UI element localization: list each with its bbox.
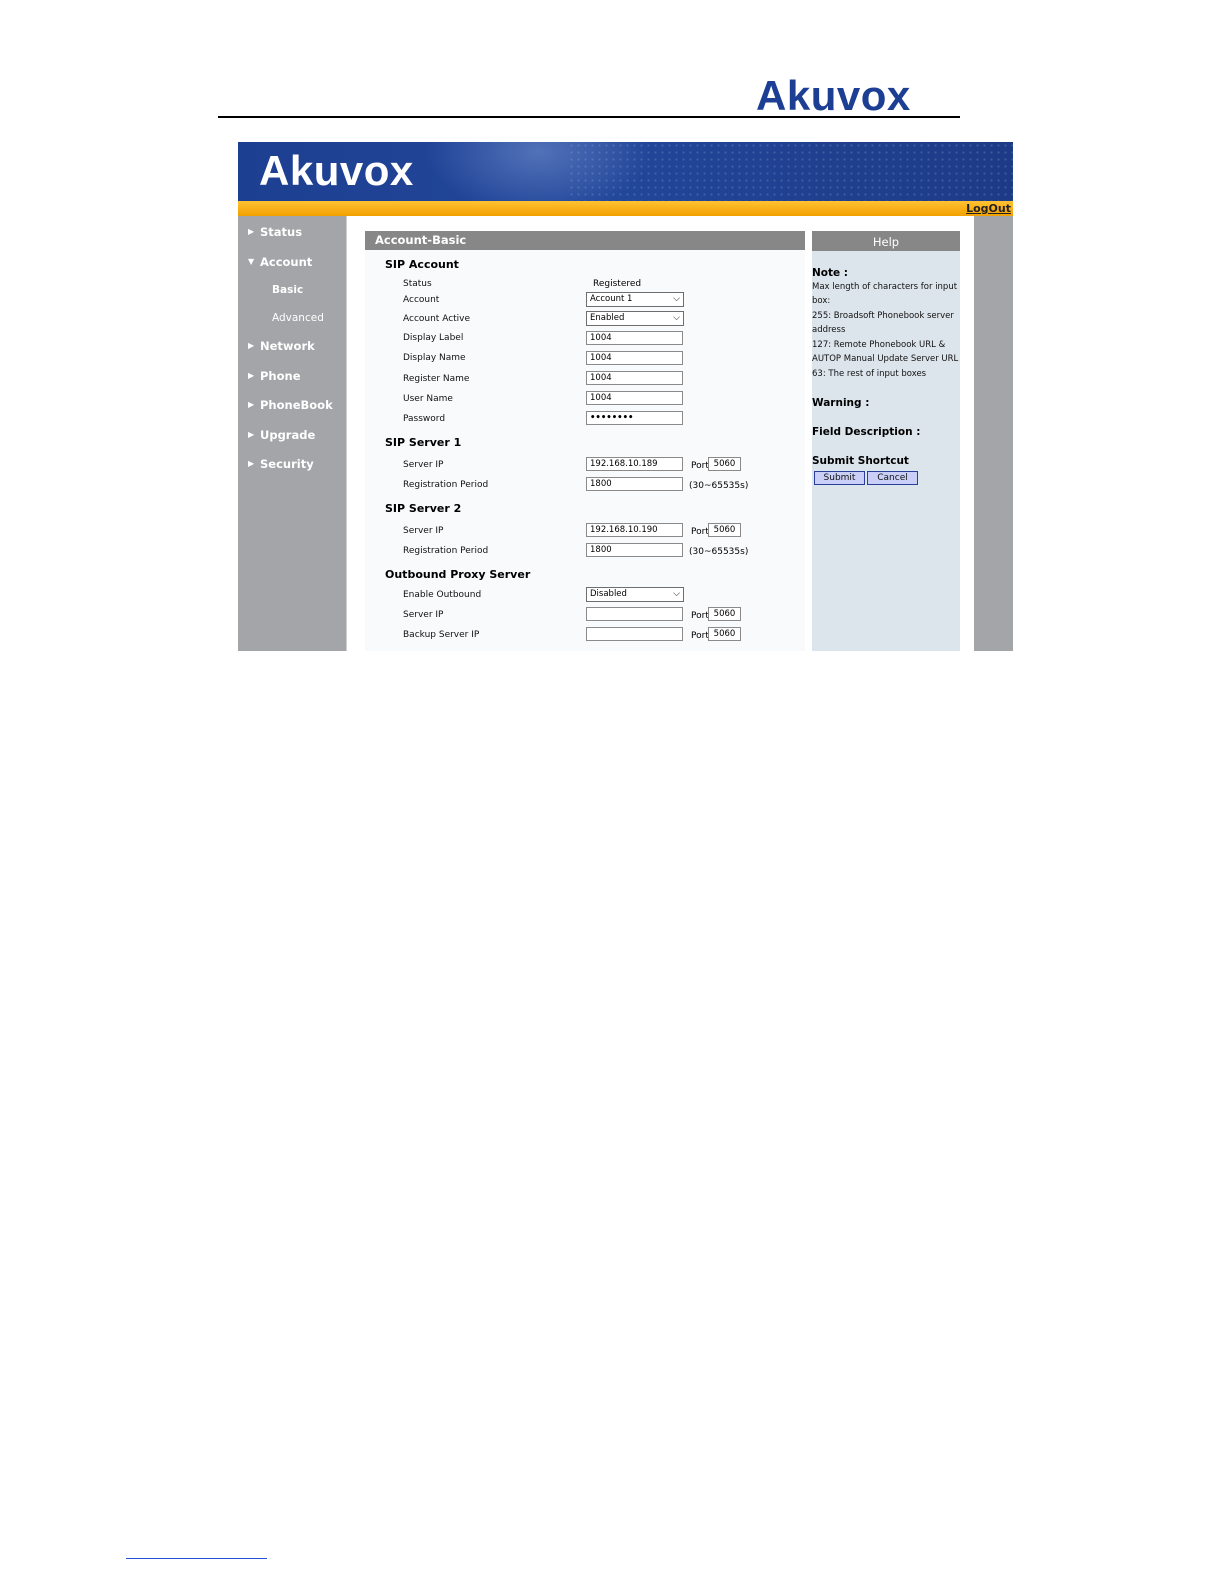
- sidebar-item-label: Network: [260, 339, 315, 353]
- status-value: Registered: [593, 279, 642, 289]
- sidebar-item-security[interactable]: ▶ Security: [248, 457, 314, 471]
- register-name-label: Register Name: [403, 374, 470, 384]
- chevron-down-icon: ⌵: [673, 294, 680, 304]
- arrow-down-icon: ▼: [248, 257, 255, 266]
- cancel-button[interactable]: Cancel: [867, 471, 918, 485]
- server1-ip-label: Server IP: [403, 460, 444, 470]
- outbound-server-ip-field[interactable]: [586, 607, 683, 621]
- sidebar-item-label: Status: [260, 225, 303, 239]
- top-accent-bar: [238, 201, 1013, 216]
- help-field-description-heading: Field Description :: [812, 426, 921, 438]
- sidebar-item-label: PhoneBook: [260, 398, 333, 412]
- section-sip-server-1: SIP Server 1: [385, 436, 462, 449]
- server1-port-field[interactable]: 5060: [708, 457, 741, 471]
- register-name-field[interactable]: 1004: [586, 371, 683, 385]
- display-label-label: Display Label: [403, 333, 464, 343]
- arrow-right-icon: ▶: [248, 430, 255, 439]
- help-note-heading: Note :: [812, 267, 848, 279]
- user-name-label: User Name: [403, 394, 453, 404]
- arrow-right-icon: ▶: [248, 227, 255, 236]
- enable-outbound-value: Disabled: [590, 589, 627, 599]
- banner-logo: Akuvox: [259, 147, 414, 194]
- server2-port-field[interactable]: 5060: [708, 523, 741, 537]
- server1-port-label: Port: [691, 461, 709, 471]
- password-field[interactable]: ••••••••: [586, 411, 683, 425]
- account-active-label: Account Active: [403, 314, 471, 324]
- arrow-right-icon: ▶: [248, 400, 255, 409]
- sidebar-item-label: Upgrade: [260, 428, 316, 442]
- footer-link-underline[interactable]: [126, 1558, 267, 1559]
- web-ui-screenshot: Akuvox LogOut ▶ Status ▼ Account Basic Adv…: [238, 142, 1013, 651]
- document-header-rule: [218, 116, 960, 118]
- outbound-port-field[interactable]: 5060: [708, 607, 741, 621]
- help-title: Help: [812, 231, 960, 251]
- sidebar-item-upgrade[interactable]: ▶ Upgrade: [248, 428, 315, 442]
- server1-ip-field[interactable]: 192.168.10.189: [586, 457, 683, 471]
- top-banner: Akuvox: [238, 142, 1013, 201]
- server1-reg-period-range: (30~65535s): [689, 481, 749, 491]
- arrow-right-icon: ▶: [248, 341, 255, 350]
- right-gutter: [974, 216, 1013, 651]
- page-title: Account-Basic: [365, 231, 805, 250]
- backup-server-ip-label: Backup Server IP: [403, 630, 480, 640]
- server1-reg-period-field[interactable]: 1800: [586, 477, 683, 491]
- password-label: Password: [403, 414, 446, 424]
- server2-reg-period-range: (30~65535s): [689, 547, 749, 557]
- display-name-label: Display Name: [403, 353, 466, 363]
- enable-outbound-select[interactable]: Disabled ⌵: [586, 587, 684, 602]
- outbound-server-ip-label: Server IP: [403, 610, 444, 620]
- help-note-line: AUTOP Manual Update Server URL: [812, 354, 959, 364]
- section-outbound-proxy: Outbound Proxy Server: [385, 568, 531, 581]
- section-sip-account: SIP Account: [385, 258, 459, 271]
- enable-outbound-label: Enable Outbound: [403, 590, 482, 600]
- backup-port-label: Port: [691, 631, 709, 641]
- help-submit-shortcut-heading: Submit Shortcut: [812, 455, 909, 467]
- section-sip-server-2: SIP Server 2: [385, 502, 462, 515]
- sidebar-subitem-advanced[interactable]: Advanced: [272, 311, 324, 325]
- help-note-line: 127: Remote Phonebook URL &: [812, 340, 946, 350]
- help-note-line: address: [812, 325, 846, 335]
- chevron-down-icon: ⌵: [673, 313, 680, 323]
- help-warning-heading: Warning :: [812, 397, 870, 409]
- backup-port-field[interactable]: 5060: [708, 627, 741, 641]
- server2-ip-label: Server IP: [403, 526, 444, 536]
- account-active-value: Enabled: [590, 313, 625, 323]
- server2-reg-period-label: Registration Period: [403, 546, 489, 556]
- sidebar-item-label: Phone: [260, 369, 301, 383]
- sidebar-item-phone[interactable]: ▶ Phone: [248, 369, 301, 383]
- sidebar-item-label: Security: [260, 457, 314, 471]
- server2-port-label: Port: [691, 527, 709, 537]
- banner-pattern: [568, 142, 1013, 201]
- account-label: Account: [403, 295, 440, 305]
- server2-reg-period-field[interactable]: 1800: [586, 543, 683, 557]
- server1-reg-period-label: Registration Period: [403, 480, 489, 490]
- sidebar-subitem-basic[interactable]: Basic: [272, 283, 303, 297]
- user-name-field[interactable]: 1004: [586, 391, 683, 405]
- outbound-port-label: Port: [691, 611, 709, 621]
- account-active-select[interactable]: Enabled ⌵: [586, 311, 684, 326]
- help-note-line: 63: The rest of input boxes: [812, 369, 927, 379]
- sidebar: ▶ Status ▼ Account Basic Advanced ▶ Network…: [238, 216, 346, 651]
- display-label-field[interactable]: 1004: [586, 331, 683, 345]
- arrow-right-icon: ▶: [248, 371, 255, 380]
- sidebar-item-network[interactable]: ▶ Network: [248, 339, 315, 353]
- help-note-line: box:: [812, 296, 831, 306]
- status-label: Status: [403, 279, 432, 289]
- document-logo: Akuvox: [756, 72, 911, 119]
- server2-ip-field[interactable]: 192.168.10.190: [586, 523, 683, 537]
- account-select-value: Account 1: [590, 294, 633, 304]
- sidebar-item-label: Account: [260, 255, 313, 269]
- account-select[interactable]: Account 1 ⌵: [586, 292, 684, 307]
- backup-server-ip-field[interactable]: [586, 627, 683, 641]
- display-name-field[interactable]: 1004: [586, 351, 683, 365]
- sidebar-item-phonebook[interactable]: ▶ PhoneBook: [248, 398, 333, 412]
- arrow-right-icon: ▶: [248, 459, 255, 468]
- submit-button[interactable]: Submit: [814, 471, 865, 485]
- chevron-down-icon: ⌵: [673, 589, 680, 599]
- sidebar-item-status[interactable]: ▶ Status: [248, 225, 302, 239]
- sidebar-item-account[interactable]: ▼ Account: [248, 255, 312, 269]
- help-note-line: 255: Broadsoft Phonebook server: [812, 311, 954, 321]
- logout-link[interactable]: LogOut: [966, 201, 1011, 216]
- help-note-line: Max length of characters for input: [812, 282, 958, 292]
